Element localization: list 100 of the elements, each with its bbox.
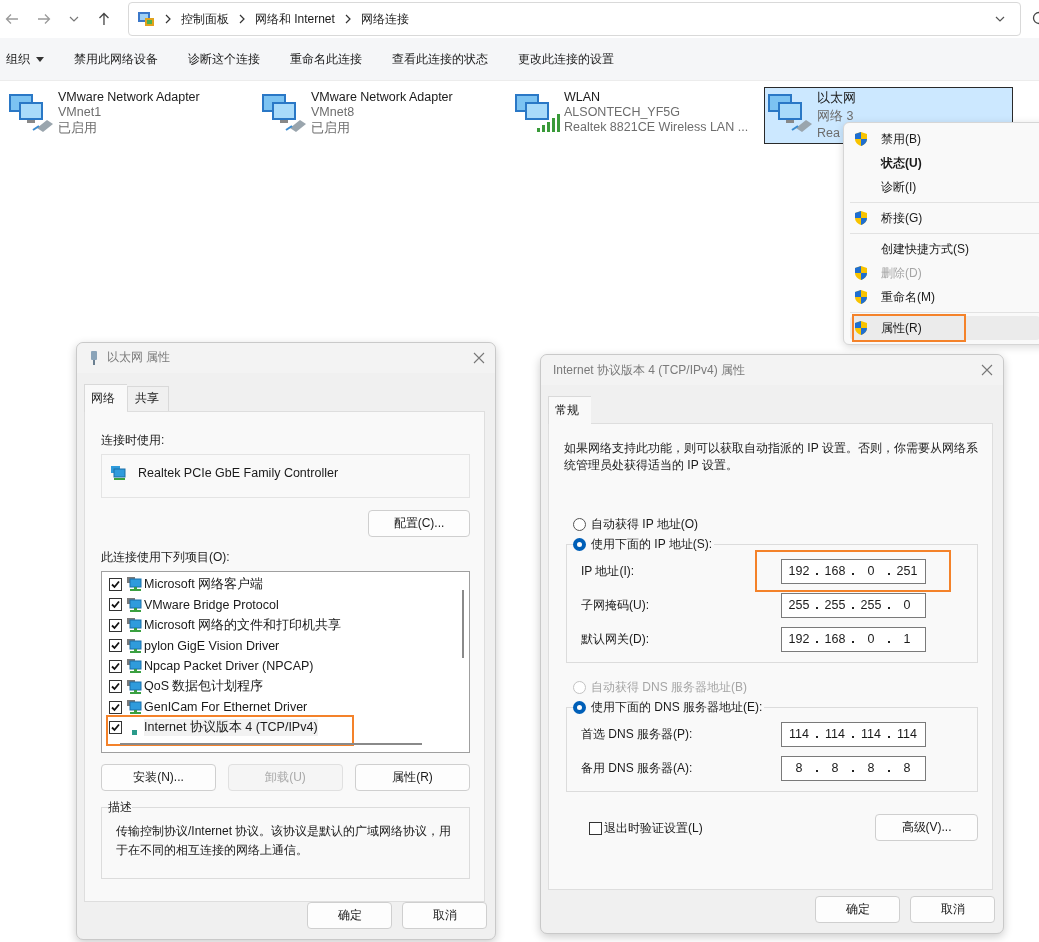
checkbox[interactable] <box>109 721 122 734</box>
ip-address-field[interactable]: 255 255 255 0 <box>781 592 926 618</box>
field-label: 默认网关(D): <box>581 630 650 648</box>
cancel-button[interactable]: 取消 <box>402 902 487 929</box>
network-adapter-tile[interactable]: VMware Network Adapter VMnet8 已启用 <box>258 87 507 144</box>
menu-item[interactable]: 属性(R) <box>850 316 1039 340</box>
control-panel-icon <box>136 10 155 28</box>
shield-icon <box>853 210 869 226</box>
menu-item[interactable]: 诊断(I) <box>850 175 1039 199</box>
intro-text: 如果网络支持此功能，则可以获取自动指派的 IP 设置。否则，你需要从网络系统管理员处获得适当的 IP 设置。 <box>564 440 978 474</box>
section-label: 连接时使用: <box>101 431 166 449</box>
tab[interactable]: 网络 <box>84 383 127 412</box>
menu-item[interactable]: 状态(U) <box>850 151 1039 175</box>
adapter-name: VMware Network Adapter <box>58 90 200 104</box>
close-icon[interactable] <box>473 351 485 364</box>
adapter-name: WLAN <box>564 90 602 104</box>
list-item-label[interactable]: Microsoft 网络客户端 <box>144 575 264 593</box>
network-component-icon <box>126 637 142 654</box>
checkbox[interactable] <box>109 700 122 714</box>
window-title: 以太网 属性 <box>107 349 171 367</box>
radio-label[interactable]: 使用下面的 IP 地址(S): <box>591 535 713 553</box>
checkbox[interactable] <box>109 659 122 673</box>
list-item-label[interactable]: Npcap Packet Driver (NPCAP) <box>144 659 314 673</box>
network-adapter-tile[interactable]: WLAN ALSONTECH_YF5G Realtek 8821CE Wireless LAN ... <box>511 87 760 144</box>
toolbar-button[interactable]: 禁用此网络设备 <box>74 50 158 68</box>
scrollbar-thumb[interactable] <box>120 742 422 745</box>
list-item-label[interactable]: Internet 协议版本 4 (TCP/IPv4) <box>144 719 318 736</box>
adapter-network: VMnet8 <box>311 105 356 119</box>
protocol-icon <box>131 729 137 735</box>
section-label: 此连接使用下列项目(O): <box>101 548 231 566</box>
shield-icon <box>853 289 869 305</box>
checkbox[interactable] <box>589 822 602 835</box>
toolbar-button[interactable]: 组织 <box>6 50 44 68</box>
advanced-button[interactable]: 高级(V)... <box>875 814 978 841</box>
ok-button[interactable]: 确定 <box>307 902 392 929</box>
field-label: 子网掩码(U): <box>581 596 650 614</box>
shield-icon <box>853 265 869 281</box>
caret-icon <box>36 56 44 62</box>
ip-address-field[interactable]: 114 114 114 114 <box>781 721 926 747</box>
toolbar-button[interactable]: 更改此连接的设置 <box>518 50 614 68</box>
adapter-status: 已启用 <box>58 120 98 137</box>
checkbox[interactable] <box>109 618 122 632</box>
list-item-label[interactable]: VMware Bridge Protocol <box>144 597 279 612</box>
adapter-name: VMware Network Adapter <box>311 90 453 104</box>
configure-button[interactable]: 配置(C)... <box>368 509 470 537</box>
adapter-name: Realtek PCIe GbE Family Controller <box>138 465 339 480</box>
tab[interactable]: 共享 <box>127 385 169 411</box>
radio-button[interactable] <box>573 700 586 714</box>
field-label: 首选 DNS 服务器(P): <box>581 725 694 743</box>
network-component-icon <box>126 678 142 695</box>
shield-icon <box>853 131 869 147</box>
close-icon[interactable] <box>981 364 993 376</box>
network-adapter-tile[interactable]: VMware Network Adapter VMnet1 已启用 <box>5 87 254 144</box>
breadcrumb-item[interactable]: 控制面板 <box>180 10 229 28</box>
checkbox[interactable] <box>109 577 122 591</box>
menu-item[interactable]: 桥接(G) <box>850 206 1039 230</box>
network-component-icon <box>126 617 142 633</box>
dialog-button[interactable]: 属性(R) <box>355 763 470 791</box>
ip-address-field[interactable]: 8 8 8 8 <box>781 755 926 781</box>
ip-address-field[interactable]: 192 168 0 1 <box>781 626 926 652</box>
ok-button[interactable]: 确定 <box>815 896 900 923</box>
list-item-label[interactable]: Microsoft 网络的文件和打印机共享 <box>144 616 342 634</box>
adapter-network: VMnet1 <box>58 105 103 119</box>
radio-button[interactable] <box>573 517 586 531</box>
list-item-label[interactable]: GenICam For Ethernet Driver <box>144 700 308 714</box>
chevron-right-icon <box>163 14 172 24</box>
ip-address-field[interactable]: 192 168 0 251 <box>781 558 926 584</box>
cancel-button[interactable]: 取消 <box>910 896 995 923</box>
adapter-network: ALSONTECH_YF5G <box>564 105 681 119</box>
checkbox[interactable] <box>109 680 122 693</box>
radio-label[interactable]: 使用下面的 DNS 服务器地址(E): <box>591 698 763 716</box>
address-bar[interactable]: 控制面板 网络和 Internet 网络连接 <box>127 2 1022 36</box>
list-item-label[interactable]: pylon GigE Vision Driver <box>144 638 280 653</box>
chevron-right-icon <box>237 14 246 24</box>
toolbar-button[interactable]: 查看此连接的状态 <box>392 50 488 68</box>
search-icon[interactable] <box>1030 11 1039 27</box>
menu-item[interactable]: 创建快捷方式(S) <box>850 237 1039 261</box>
network-component-icon <box>126 596 142 613</box>
chevron-right-icon <box>343 14 352 24</box>
toolbar-button[interactable]: 诊断这个连接 <box>188 50 260 68</box>
network-adapter-icon <box>110 464 126 481</box>
scrollbar-thumb[interactable] <box>462 589 464 658</box>
checkbox[interactable] <box>109 639 122 652</box>
toolbar-button[interactable]: 重命名此连接 <box>290 50 362 68</box>
list-item-label[interactable]: QoS 数据包计划程序 <box>144 678 264 695</box>
network-component-icon <box>126 576 142 592</box>
menu-item[interactable]: 重命名(M) <box>850 285 1039 309</box>
radio-label[interactable]: 自动获得 IP 地址(O) <box>591 515 699 533</box>
checkbox[interactable] <box>109 598 122 611</box>
breadcrumb-item[interactable]: 网络和 Internet <box>254 10 335 28</box>
breadcrumb-item[interactable]: 网络连接 <box>360 10 409 28</box>
network-cable-icon <box>89 349 99 366</box>
adapter-status: Realtek 8821CE Wireless LAN ... <box>564 120 749 134</box>
window-title: Internet 协议版本 4 (TCP/IPv4) 属性 <box>553 361 746 379</box>
adapter-network: 网络 3 <box>817 108 855 125</box>
checkbox-label[interactable]: 退出时验证设置(L) <box>604 820 703 837</box>
tab[interactable]: 常规 <box>548 396 591 424</box>
network-component-icon <box>126 658 142 674</box>
dialog-button[interactable]: 安装(N)... <box>101 763 216 791</box>
radio-button[interactable] <box>573 537 586 551</box>
